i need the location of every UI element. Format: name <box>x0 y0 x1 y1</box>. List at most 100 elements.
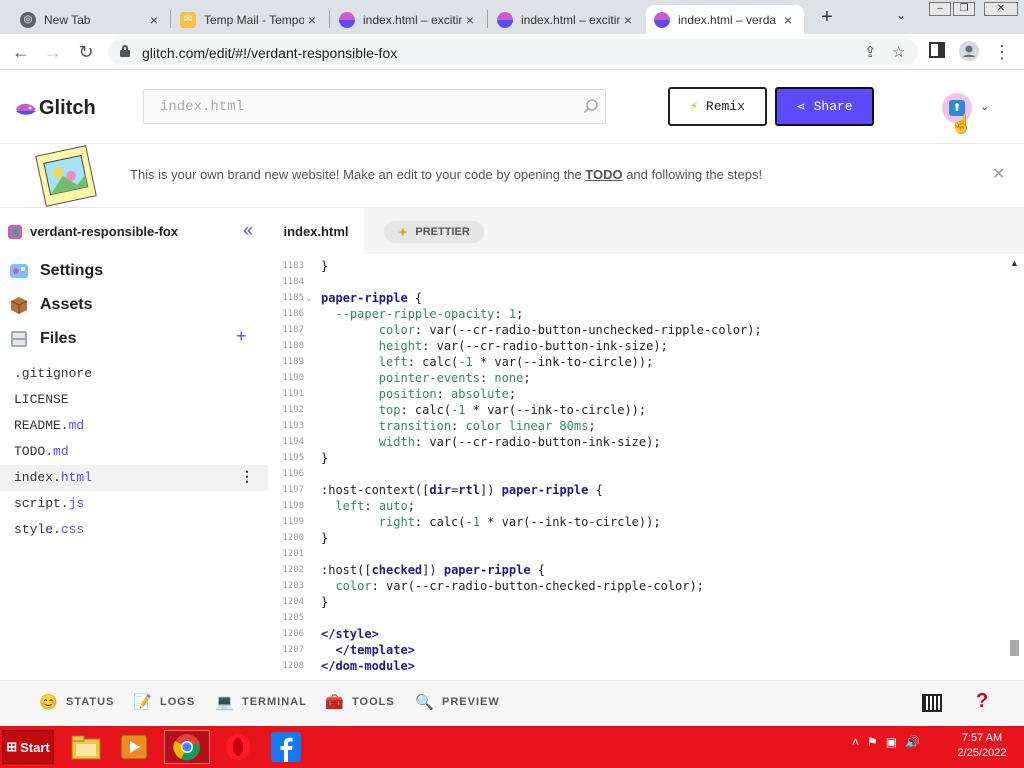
terminal-button[interactable]: 💻 TERMINAL <box>215 693 307 711</box>
tab-search-chevron-icon[interactable]: ⌄ <box>896 8 906 22</box>
file-options-icon[interactable]: ⋮ <box>240 465 254 491</box>
browser-tab[interactable]: index.html – excitin × <box>331 5 486 34</box>
remix-button[interactable]: ⚡ Remix <box>668 87 767 126</box>
code-line[interactable]: 1196 <box>268 466 1006 482</box>
code-line[interactable]: 1190 pointer-events: none; <box>268 370 1006 386</box>
reload-icon[interactable]: ↻ <box>75 41 97 63</box>
chrome-taskbar-icon[interactable] <box>164 730 210 764</box>
preview-button[interactable]: 🔍 PREVIEW <box>415 693 500 711</box>
code-area[interactable]: 1183} 1184 1185 ⌄ paper-ripple {1186 --paper… <box>268 254 1006 680</box>
search-icon[interactable] <box>583 98 599 114</box>
code-line[interactable]: 1208 </dom-module> <box>268 658 1006 674</box>
file-search[interactable] <box>143 89 606 124</box>
file-item[interactable]: .gitignore <box>0 361 268 387</box>
url-text[interactable]: glitch.com/edit/#!/verdant-responsible-f… <box>142 45 397 61</box>
keyboard-shortcuts-icon[interactable] <box>922 694 942 712</box>
media-player-icon[interactable] <box>116 730 152 764</box>
code-line[interactable]: 1192 top: calc(-1 * var(--ink-to-circle)… <box>268 402 1006 418</box>
file-item[interactable]: script.js <box>0 491 268 517</box>
code-line[interactable]: 1191 position: absolute; <box>268 386 1006 402</box>
file-item-selected[interactable]: index.html ⋮ <box>0 465 268 491</box>
prettier-button[interactable]: ✦ PRETTIER <box>384 221 484 243</box>
share-button[interactable]: ⋖ Share <box>775 87 874 126</box>
action-center-flag-icon[interactable]: ⚑ <box>867 735 878 749</box>
close-tab-icon[interactable]: × <box>146 12 162 28</box>
address-bar[interactable]: glitch.com/edit/#!/verdant-responsible-f… <box>108 39 918 65</box>
close-tab-icon[interactable]: × <box>780 12 796 28</box>
start-button[interactable]: ⊞ Start <box>2 730 54 764</box>
close-window-button[interactable]: ✕ <box>984 2 1018 16</box>
volume-icon[interactable]: 🔊 <box>905 735 920 749</box>
show-hidden-icons-icon[interactable]: ˄ <box>852 735 859 749</box>
code-line[interactable]: 1188 height: var(--cr-radio-button-ink-s… <box>268 338 1006 354</box>
code-line[interactable]: 1202:host([checked]) paper-ripple { <box>268 562 1006 578</box>
browser-tab[interactable]: index.html – excitin × <box>489 5 644 34</box>
restore-button[interactable]: ❐ <box>953 2 975 16</box>
back-arrow-icon[interactable]: ← <box>10 41 32 63</box>
code-line[interactable]: 1186 --paper-ripple-opacity: 1; <box>268 306 1006 322</box>
editor-tab[interactable]: index.html <box>268 208 364 254</box>
browser-tab[interactable]: ◎ New Tab × <box>12 5 170 34</box>
glitch-logo[interactable]: Glitch <box>16 97 96 120</box>
tools-button[interactable]: 🧰 TOOLS <box>325 693 395 711</box>
code-line[interactable]: 1189 left: calc(-1 * var(--ink-to-circle… <box>268 354 1006 370</box>
help-button[interactable]: ? <box>976 690 988 713</box>
close-tab-icon[interactable]: × <box>620 12 636 28</box>
kebab-menu-icon[interactable]: ⋮ <box>991 41 1013 63</box>
add-file-button[interactable]: + <box>236 326 247 347</box>
profile-icon[interactable] <box>958 41 980 63</box>
sidebar-item-assets[interactable]: Assets <box>8 294 92 316</box>
sidebar-item-settings[interactable]: Settings <box>8 260 103 282</box>
file-search-input[interactable] <box>144 90 564 123</box>
collapse-sidebar-icon[interactable]: « <box>243 220 253 241</box>
todo-link[interactable]: TODO <box>585 167 622 182</box>
fold-chevron-icon[interactable]: ⌄ <box>306 290 311 306</box>
code-line[interactable]: 1204} <box>268 594 1006 610</box>
close-banner-icon[interactable]: ✕ <box>992 164 1005 184</box>
code-line[interactable]: 1197:host-context([dir=rtl]) paper-rippl… <box>268 482 1006 498</box>
close-tab-icon[interactable]: × <box>304 12 320 28</box>
file-item[interactable]: TODO.md <box>0 439 268 465</box>
code-line[interactable]: 1207 </template> <box>268 642 1006 658</box>
opera-icon[interactable] <box>220 730 256 764</box>
minimize-button[interactable]: – <box>929 2 951 16</box>
code-line[interactable]: 1184 <box>268 274 1006 290</box>
scroll-up-icon[interactable]: ▲ <box>1010 258 1019 268</box>
new-tab-button[interactable]: + <box>816 6 838 28</box>
code-line[interactable]: 1200} <box>268 530 1006 546</box>
code-line[interactable]: 1198 left: auto; <box>268 498 1006 514</box>
lock-icon[interactable] <box>120 45 130 57</box>
editor-scrollbar[interactable]: ▲ <box>1006 254 1024 680</box>
close-tab-icon[interactable]: × <box>462 12 478 28</box>
code-line[interactable]: 1194 width: var(--cr-radio-button-ink-si… <box>268 434 1006 450</box>
code-line[interactable]: 1183} <box>268 258 1006 274</box>
chevron-down-icon[interactable]: ⌄ <box>980 100 989 113</box>
facebook-icon[interactable] <box>268 730 304 764</box>
code-line[interactable]: 1203 color: var(--cr-radio-button-checke… <box>268 578 1006 594</box>
browser-tab-active[interactable]: index.html – verda × <box>646 5 804 34</box>
code-line[interactable]: 1187 color: var(--cr-radio-button-unchec… <box>268 322 1006 338</box>
code-line[interactable]: 1185 ⌄ paper-ripple { <box>268 290 1006 306</box>
sidebar-item-files[interactable]: Files <box>8 328 76 350</box>
code-line[interactable]: 1201 <box>268 546 1006 562</box>
forward-arrow-icon[interactable]: → <box>42 41 64 63</box>
status-button[interactable]: 😊 STATUS <box>39 693 114 711</box>
file-item[interactable]: LICENSE <box>0 387 268 413</box>
taskbar-clock[interactable]: 7:57 AM 2/25/2022 <box>944 731 1020 761</box>
scrollbar-thumb[interactable] <box>1010 640 1019 656</box>
bookmark-star-icon[interactable]: ☆ <box>892 43 905 61</box>
logs-button[interactable]: 📝 LOGS <box>133 693 195 711</box>
file-item[interactable]: style.css <box>0 517 268 543</box>
file-explorer-icon[interactable] <box>68 730 104 764</box>
project-name[interactable]: verdant-responsible-fox <box>8 224 178 239</box>
code-line[interactable]: 1193 transition: color linear 80ms; <box>268 418 1006 434</box>
code-line[interactable]: 1199 right: calc(-1 * var(--ink-to-circl… <box>268 514 1006 530</box>
code-line[interactable]: 1205 <box>268 610 1006 626</box>
side-panel-icon[interactable] <box>926 41 948 63</box>
network-icon[interactable]: ▣ <box>886 735 897 749</box>
share-page-icon[interactable]: ⇪ <box>864 43 877 61</box>
code-line[interactable]: 1195} <box>268 450 1006 466</box>
browser-tab[interactable]: ✉ Temp Mail - Tempo × <box>172 5 328 34</box>
code-line[interactable]: 1206 </style> <box>268 626 1006 642</box>
file-item[interactable]: README.md <box>0 413 268 439</box>
